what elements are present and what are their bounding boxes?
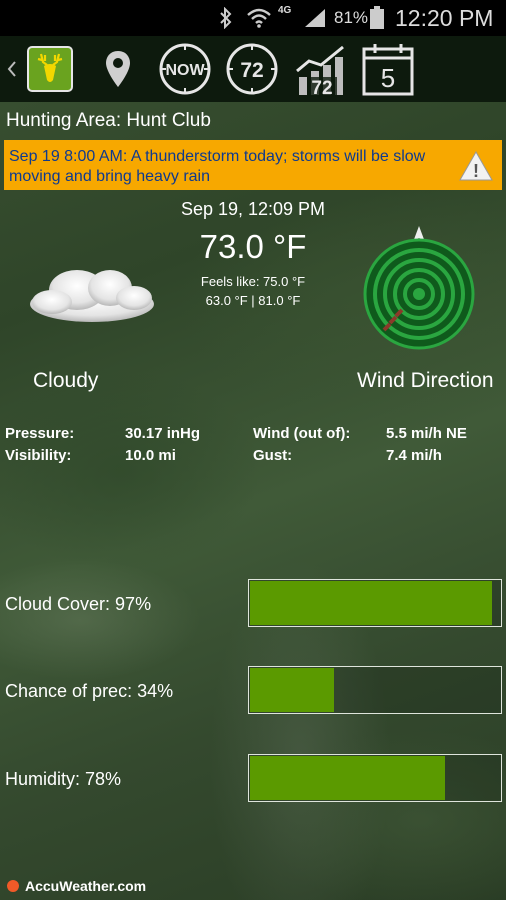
svg-text:!: !: [473, 161, 479, 181]
wind-value: 5.5 mi/h NE: [386, 425, 467, 442]
chart-label: 72: [311, 78, 332, 97]
accuweather-logo[interactable]: AccuWeather.com: [5, 878, 146, 894]
trend-chart-button[interactable]: 72: [292, 36, 350, 102]
sun-icon: [7, 880, 19, 892]
cloud-cover-fill: [250, 581, 493, 625]
cloud-icon: [22, 256, 162, 339]
map-pin-icon: [106, 51, 130, 87]
status-bar: 4G 81% 12:20 PM: [0, 0, 506, 36]
map-pin-button[interactable]: [96, 36, 140, 102]
humidity-fill: [250, 756, 445, 800]
cloud-cover-bar: [248, 579, 502, 627]
battery-percent: 81%: [334, 8, 369, 27]
now-button[interactable]: NOW: [157, 36, 213, 102]
trend-chart-icon: 72: [296, 45, 344, 97]
hunting-area-title: Hunting Area: Hunt Club: [6, 110, 211, 131]
app-logo-button[interactable]: [26, 36, 74, 102]
calendar-button[interactable]: 5: [360, 36, 416, 102]
battery-icon: [369, 0, 385, 36]
wind-direction-title: Wind Direction: [357, 369, 494, 392]
alert-text: Sep 19 8:00 AM: A thunderstorm today; st…: [9, 148, 426, 185]
gust-label: Gust:: [253, 447, 293, 464]
clock: 12:20 PM: [395, 5, 494, 31]
precip-chance-label: Chance of prec: 34%: [5, 681, 174, 701]
app-toolbar: NOW 72 72 5: [0, 36, 506, 102]
wifi-icon: [246, 0, 272, 36]
signal-icon: [303, 0, 327, 36]
cloud-cover-label: Cloud Cover: 97%: [5, 594, 152, 614]
condition-label: Cloudy: [33, 369, 99, 392]
calendar-day: 5: [381, 63, 395, 93]
bluetooth-icon: [219, 0, 233, 36]
precip-chance-fill: [250, 668, 334, 712]
observation-datetime: Sep 19, 12:09 PM: [180, 199, 326, 219]
visibility-value: 10.0 mi: [125, 447, 176, 464]
now-label: NOW: [165, 62, 205, 79]
now-clock-icon: NOW: [159, 43, 211, 95]
precip-chance-bar: [248, 666, 502, 714]
back-button[interactable]: [0, 36, 24, 102]
clock-72-icon: 72: [226, 43, 278, 95]
gust-value: 7.4 mi/h: [386, 447, 442, 464]
warning-icon: !: [458, 150, 494, 187]
humidity-label: Humidity: 78%: [5, 769, 122, 789]
chevron-left-icon: [7, 61, 16, 77]
hourly-72-button[interactable]: 72: [224, 36, 280, 102]
pressure-value: 30.17 inHg: [125, 425, 201, 442]
wind-radar-icon: [360, 224, 478, 355]
hours-label: 72: [240, 59, 263, 82]
pressure-label: Pressure:: [5, 425, 75, 442]
deer-logo-icon: [27, 46, 73, 92]
wind-label: Wind (out of):: [253, 425, 351, 442]
weather-alert[interactable]: Sep 19 8:00 AM: A thunderstorm today; st…: [4, 140, 502, 190]
accuweather-brand: AccuWeather.com: [25, 878, 147, 894]
humidity-bar: [248, 754, 502, 802]
network-type: 4G: [278, 5, 292, 16]
calendar-icon: 5: [362, 44, 414, 96]
visibility-label: Visibility:: [5, 447, 72, 464]
